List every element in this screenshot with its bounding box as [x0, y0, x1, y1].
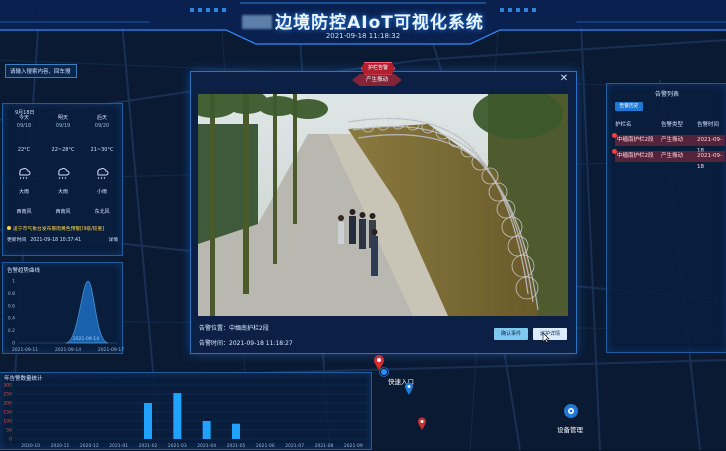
x-tick-label: 2021-09-17 — [98, 347, 124, 353]
x-tick-label: 2021-05 — [227, 443, 246, 449]
search-input[interactable]: 请输入搜索内容、回车搜 — [5, 64, 77, 78]
bar[interactable] — [144, 403, 152, 439]
alarm-time: 告警时间：2021-09-18 11:18:27 — [199, 340, 293, 347]
x-tick-label: 2021-08 — [315, 443, 334, 449]
confirm-event-button[interactable]: 确认事件 — [494, 328, 528, 340]
y-tick-label: 0.2 — [8, 328, 15, 334]
x-tick-label: 2021-01 — [109, 443, 128, 449]
alarm-history-button[interactable]: 告警历史 — [615, 102, 643, 111]
year-alarm-count-chart: 300 250 200 150 100 50 0 2020-10 2020-11 2020-12 2… — [3, 383, 368, 449]
y-tick-label: 0 — [12, 341, 15, 347]
y-tick-label: 150 — [3, 410, 12, 416]
close-icon[interactable]: ✕ — [558, 73, 570, 85]
y-tick-label: 100 — [3, 419, 12, 425]
y-tick-label: 0.6 — [8, 303, 15, 309]
x-tick-label: 2021-09-11 — [12, 347, 38, 353]
column-header-time: 告警时间 — [697, 122, 720, 128]
x-tick-label: 2020-10 — [21, 443, 40, 449]
alarm-map-pin-icon[interactable] — [417, 417, 427, 431]
device-management-icon[interactable] — [563, 403, 579, 419]
x-tick-label: 2021-09 — [344, 443, 363, 449]
x-tick-label: 2021-03 — [168, 443, 187, 449]
column-header-name: 护栏名 — [615, 122, 632, 128]
y-tick-label: 300 — [3, 383, 12, 389]
alarm-list-panel: 告警列表 告警历史 护栏名 告警类型 告警时间 中缅南护栏2段 产生振动 202… — [606, 83, 726, 353]
y-tick-label: 250 — [3, 392, 12, 398]
rain-cloud-icon — [97, 168, 109, 180]
device-management-label[interactable]: 设备管理 — [557, 424, 583, 434]
year-alarm-count-panel: 年告警数量统计 300 250 200 150 100 50 0 2020-10 2020-11… — [0, 372, 372, 450]
weather-update: 更新时间 2021-09-18 10:37:41 — [7, 238, 82, 243]
surveillance-photo — [198, 94, 568, 316]
redacted-mark — [242, 15, 273, 29]
alarm-location: 告警位置：中缅南护栏2段 — [199, 325, 269, 332]
mouse-cursor-icon — [542, 332, 550, 344]
alarm-list-title: 告警列表 — [654, 91, 679, 98]
warning-dot-icon — [7, 226, 11, 230]
alarm-trend-area — [65, 280, 109, 344]
weather-warning[interactable]: 遂宁市气象台发布暴雨黄色预警[III级/较重] — [7, 225, 104, 232]
x-tick-label: 2020-12 — [80, 443, 99, 449]
x-tick-label: 2021-07 — [285, 443, 304, 449]
y-tick-label: 0 — [9, 437, 12, 443]
peak-label: 2021-09-14 — [73, 336, 99, 342]
x-tick-label: 2021-09-14 — [55, 347, 81, 353]
modal-tab[interactable]: 护栏告警 — [361, 62, 395, 75]
page-title: 边境防控AIoT可视化系统 — [0, 8, 726, 33]
bar[interactable] — [173, 393, 182, 439]
rain-cloud-icon — [19, 168, 31, 180]
y-tick-label: 0.8 — [8, 291, 15, 297]
y-tick-label: 200 — [3, 401, 12, 407]
device-map-pin-icon[interactable] — [404, 382, 414, 396]
column-header-type: 告警类型 — [661, 122, 684, 128]
y-tick-label: 1 — [12, 279, 15, 285]
rain-cloud-icon — [58, 168, 70, 180]
x-tick-label: 2021-06 — [256, 443, 275, 449]
current-datetime: 2021-09-18 11:18:32 — [325, 32, 401, 40]
y-tick-label: 50 — [6, 428, 12, 434]
y-tick-label: 0.4 — [8, 316, 15, 322]
bar[interactable] — [202, 421, 211, 439]
alarm-trend-chart: 1 0.8 0.6 0.4 0.2 02021-09-11 2021-09-14 2021-0… — [8, 279, 124, 354]
bar[interactable] — [232, 423, 240, 439]
modal-subtitle: 产生振动 — [352, 74, 402, 86]
x-tick-label: 2021-04 — [197, 443, 216, 449]
alarm-trend-panel: 告警趋势曲线 1 0.8 0.6 0.4 0.2 0 2021-09-11 2021-09-1… — [2, 262, 124, 354]
table-row[interactable]: 中缅南护栏2段 产生振动 2021-09-18 — [612, 133, 725, 154]
x-tick-label: 2021-02 — [139, 443, 158, 449]
table-row[interactable]: 中缅南护栏2段 产生振动 2021-09-18 — [612, 149, 725, 170]
weather-detail-link[interactable]: 详情 — [108, 236, 118, 243]
patrol-detail-button[interactable]: 巡护详情 — [533, 328, 567, 340]
weather-panel: 9月18日 今天 09/18 22°C 大雨 西南风 明天 09/19 22~2… — [2, 103, 123, 256]
x-tick-label: 2020-11 — [51, 443, 70, 449]
